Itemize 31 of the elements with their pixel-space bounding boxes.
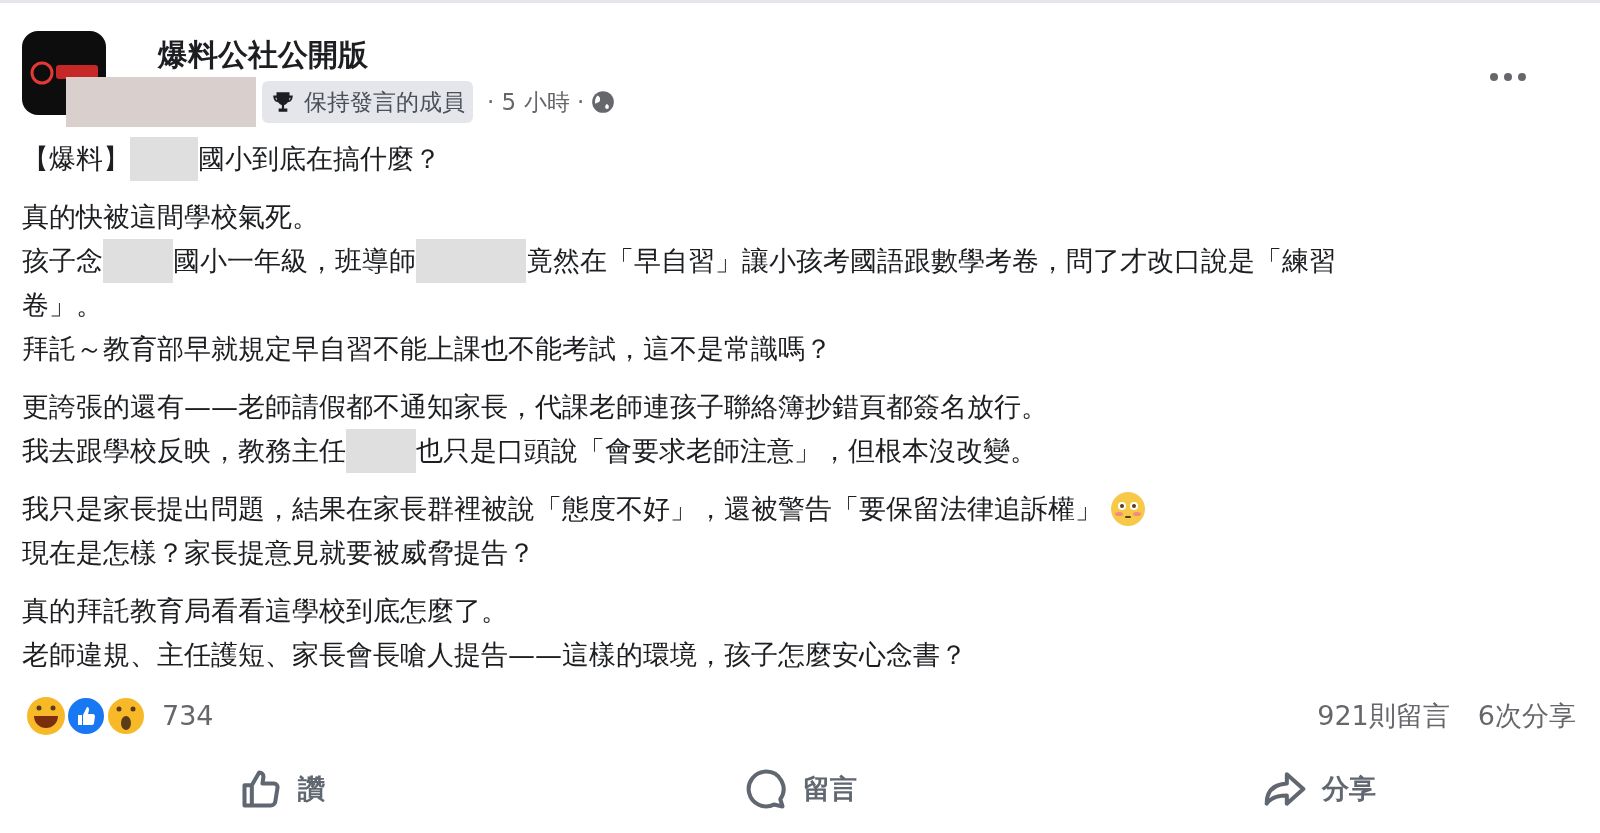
globe-icon	[590, 89, 617, 115]
post-text: 【爆料】	[22, 142, 130, 176]
redaction-blur	[130, 137, 198, 181]
post-text: 也只是口頭說「會要求老師注意」，但根本沒改變。	[416, 434, 1037, 468]
flushed-emoji-icon	[1110, 491, 1146, 527]
member-badge: 保持發言的成員	[262, 81, 473, 123]
post-text: 我去跟學校反映，教務主任	[22, 434, 346, 468]
comment-count[interactable]: 921則留言	[1317, 695, 1450, 737]
redaction-blur	[103, 239, 173, 283]
post-text: 現在是怎樣？家長提意見就要被威脅提告？	[22, 536, 535, 570]
page-name[interactable]: 爆料公社公開版	[158, 31, 617, 77]
share-button[interactable]: 分享	[1059, 761, 1578, 817]
like-button[interactable]: 讚	[22, 761, 541, 817]
post-text: 老師違規、主任護短、家長會長嗆人提告——這樣的環境，孩子怎麼安心念書？	[22, 638, 967, 672]
post-text: 國小到底在搞什麼？	[198, 142, 441, 176]
post-text: 拜託～教育部早就規定早自習不能上課也不能考試，這不是常識嗎？	[22, 332, 832, 366]
post-text: 真的拜託教育局看看這學校到底怎麼了。	[22, 594, 508, 628]
trophy-icon	[270, 89, 296, 115]
post-text: 更誇張的還有——老師請假都不通知家長，代課老師連孩子聯絡簿抄錯頁都簽名放行。	[22, 390, 1048, 424]
post-text: 國小一年級，班導師	[173, 244, 416, 278]
post-text: 我只是家長提出問題，結果在家長群裡被說「態度不好」，還被警告「要保留法律追訴權」	[22, 492, 1102, 526]
more-options-icon[interactable]	[1488, 71, 1528, 83]
post-text: 竟然在「早自習」讓小孩考國語跟數學考卷，問了才改口說是「練習	[526, 244, 1336, 278]
post-text: 真的快被這間學校氣死。	[22, 200, 319, 234]
reaction-count[interactable]: 734	[162, 695, 214, 737]
share-count[interactable]: 6次分享	[1477, 695, 1576, 737]
post-text: 卷」。	[22, 288, 103, 322]
post-time[interactable]: · 5 小時 ·	[487, 84, 585, 120]
comment-button[interactable]: 留言	[540, 761, 1060, 817]
post-text: 孩子念	[22, 244, 103, 278]
redaction-blur	[346, 429, 416, 473]
